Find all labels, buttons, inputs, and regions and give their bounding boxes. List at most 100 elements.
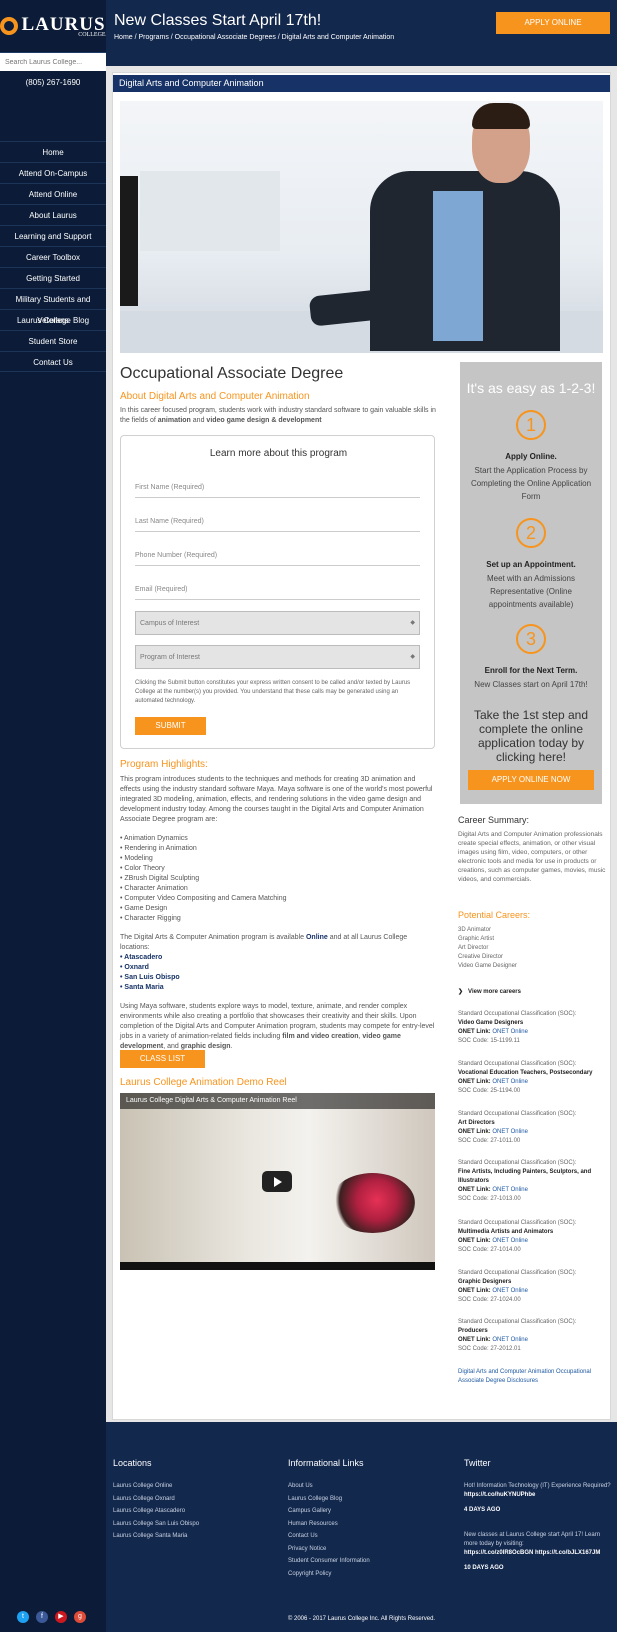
logo[interactable]: LAURUS COLLEGE (0, 0, 106, 53)
list-item: • Game Design (120, 905, 168, 912)
phone-field[interactable]: Phone Number (Required) (135, 548, 420, 566)
location-link-atascadero[interactable]: • Atascadero (120, 953, 180, 963)
youtube-icon[interactable]: ▶ (55, 1611, 67, 1623)
footer-link[interactable]: Laurus College Atascadero (113, 1505, 199, 1518)
footer-link[interactable]: Campus Gallery (288, 1505, 370, 1518)
soc-entry: Standard Occupational Classification (SO… (458, 1111, 577, 1144)
footer-link[interactable]: Laurus College Online (113, 1480, 199, 1493)
video-control-bar[interactable] (120, 1262, 435, 1270)
demo-reel-title: Laurus College Animation Demo Reel (120, 1077, 287, 1088)
location-list: • Atascadero • Oxnard • San Luis Obispo … (120, 953, 180, 993)
footer-link[interactable]: Privacy Notice (288, 1543, 370, 1556)
footer-link[interactable]: Laurus College Blog (288, 1493, 370, 1506)
list-item: • Color Theory (120, 865, 165, 872)
footer-links-list: About Us Laurus College Blog Campus Gall… (288, 1480, 370, 1580)
highlights-title: Program Highlights: (120, 759, 208, 770)
step-heading: Apply Online. (505, 452, 557, 461)
apply-online-button[interactable]: APPLY ONLINE (496, 12, 610, 34)
class-list-button[interactable]: CLASS LIST (120, 1050, 205, 1068)
twitter-icon[interactable]: t (17, 1611, 29, 1623)
list-item: Creative Director (458, 954, 504, 960)
location-link-slo[interactable]: • San Luis Obispo (120, 973, 180, 983)
view-more-careers-link[interactable]: ❯ View more careers (458, 988, 521, 995)
nav-item-store[interactable]: Student Store (0, 330, 106, 351)
logo-text: LAURUS (21, 13, 106, 35)
step-heading: Enroll for the Next Term. (484, 666, 578, 675)
list-item: • Rendering in Animation (120, 845, 197, 852)
steps-tagline[interactable]: Take the 1st step and complete the onlin… (468, 708, 594, 764)
footer-locations-list: Laurus College Online Laurus College Oxn… (113, 1480, 199, 1543)
footer-link[interactable]: Contact Us (288, 1530, 370, 1543)
tweet: New classes at Laurus College start Apri… (464, 1532, 601, 1571)
nav-item-home[interactable]: Home (0, 141, 106, 162)
nav-item-career-toolbox[interactable]: Career Toolbox (0, 246, 106, 267)
list-item: 3D Animator (458, 927, 492, 933)
footer-link[interactable]: Laurus College Oxnard (113, 1493, 199, 1506)
last-name-field[interactable]: Last Name (Required) (135, 514, 420, 532)
step-text: Start the Application Process by Complet… (470, 466, 592, 501)
search-input[interactable] (0, 53, 106, 71)
footer-link[interactable]: Laurus College Santa Maria (113, 1530, 199, 1543)
nav-item-learning-support[interactable]: Learning and Support (0, 225, 106, 246)
copyright: © 2006 - 2017 Laurus College Inc. All Ri… (287, 1616, 436, 1622)
soc-entry: Standard Occupational Classification (SO… (458, 1319, 577, 1352)
page-headline: New Classes Start April 17th! (114, 12, 322, 29)
video-player[interactable]: Laurus College Digital Arts & Computer A… (120, 1093, 435, 1270)
nav-item-attend-online[interactable]: Attend Online (0, 183, 106, 204)
submit-button[interactable]: SUBMIT (135, 717, 206, 735)
nav-item-military[interactable]: Military Students and Veterans (0, 288, 106, 325)
campus-select[interactable]: Campus of Interest ◆ (135, 611, 420, 635)
footer-locations-title: Locations (113, 1458, 152, 1468)
footer-link[interactable]: About Us (288, 1480, 370, 1493)
list-item: • Character Rigging (120, 915, 181, 922)
location-link-oxnard[interactable]: • Oxnard (120, 963, 180, 973)
breadcrumb[interactable]: Home / Programs / Occupational Associate… (114, 34, 394, 41)
about-text: In this career focused program, students… (120, 407, 436, 424)
top-bar: New Classes Start April 17th! Home / Pro… (106, 0, 617, 66)
footer-link[interactable]: Student Consumer Information (288, 1555, 370, 1568)
logo-globe-icon (0, 17, 19, 35)
nav-item-getting-started[interactable]: Getting Started (0, 267, 106, 288)
email-field[interactable]: Email (Required) (135, 582, 420, 600)
highlights-outro: Using Maya software, students explore wa… (120, 1003, 435, 1050)
form-heading: Learn more about this program (209, 448, 348, 459)
highlights-intro: This program introduces students to the … (120, 776, 433, 823)
list-item: • Computer Video Compositing and Camera … (120, 895, 287, 902)
footer-twitter-title: Twitter (464, 1458, 491, 1468)
chevron-right-icon: ❯ (458, 989, 464, 995)
nav-item-about[interactable]: About Laurus (0, 204, 106, 225)
first-name-field[interactable]: First Name (Required) (135, 480, 420, 498)
footer-link[interactable]: Copyright Policy (288, 1568, 370, 1581)
footer: Locations Laurus College Online Laurus C… (106, 1428, 617, 1618)
soc-entry: Standard Occupational Classification (SO… (458, 1160, 592, 1202)
list-item: Art Director (458, 945, 489, 951)
main-nav: Home Attend On-Campus Attend Online Abou… (0, 141, 106, 372)
step-text: New Classes start on April 17th! (474, 680, 588, 689)
tweet: Hot! Information Technology (IT) Experie… (464, 1483, 611, 1513)
apply-online-now-button[interactable]: APPLY ONLINE NOW (468, 770, 594, 790)
list-item: • Animation Dynamics (120, 835, 188, 842)
location-link-santa-maria[interactable]: • Santa Maria (120, 983, 180, 993)
play-icon[interactable] (262, 1171, 292, 1192)
tweet-link[interactable]: https://t.co/z0lR8OcBGN https://t.co/bJL… (464, 1550, 600, 1556)
steps-box: It's as easy as 1-2-3! 1 Apply Online. S… (460, 362, 602, 804)
nav-item-contact[interactable]: Contact Us (0, 351, 106, 372)
phone-number[interactable]: (805) 267-1690 (0, 78, 106, 87)
steps-title: It's as easy as 1-2-3! (466, 380, 596, 396)
chevron-updown-icon: ◆ (410, 654, 415, 660)
disclosures-link[interactable]: Digital Arts and Computer Animation Occu… (458, 1368, 608, 1386)
footer-link[interactable]: Human Resources (288, 1518, 370, 1531)
nav-item-blog[interactable]: Laurus College Blog (0, 309, 106, 330)
facebook-icon[interactable]: f (36, 1611, 48, 1623)
nav-item-attend-on-campus[interactable]: Attend On-Campus (0, 162, 106, 183)
step-number: 1 (516, 410, 546, 440)
career-summary-title: Career Summary: (458, 815, 530, 825)
list-item: • Character Animation (120, 885, 188, 892)
program-select[interactable]: Program of Interest ◆ (135, 645, 420, 669)
googleplus-icon[interactable]: g (74, 1611, 86, 1623)
list-item: • ZBrush Digital Sculpting (120, 875, 200, 882)
hero-image (120, 101, 603, 353)
footer-link[interactable]: Laurus College San Luis Obispo (113, 1518, 199, 1531)
soc-entry: Standard Occupational Classification (SO… (458, 1220, 577, 1253)
tweet-link[interactable]: https://t.co/huKYNUPhbe (464, 1492, 535, 1498)
